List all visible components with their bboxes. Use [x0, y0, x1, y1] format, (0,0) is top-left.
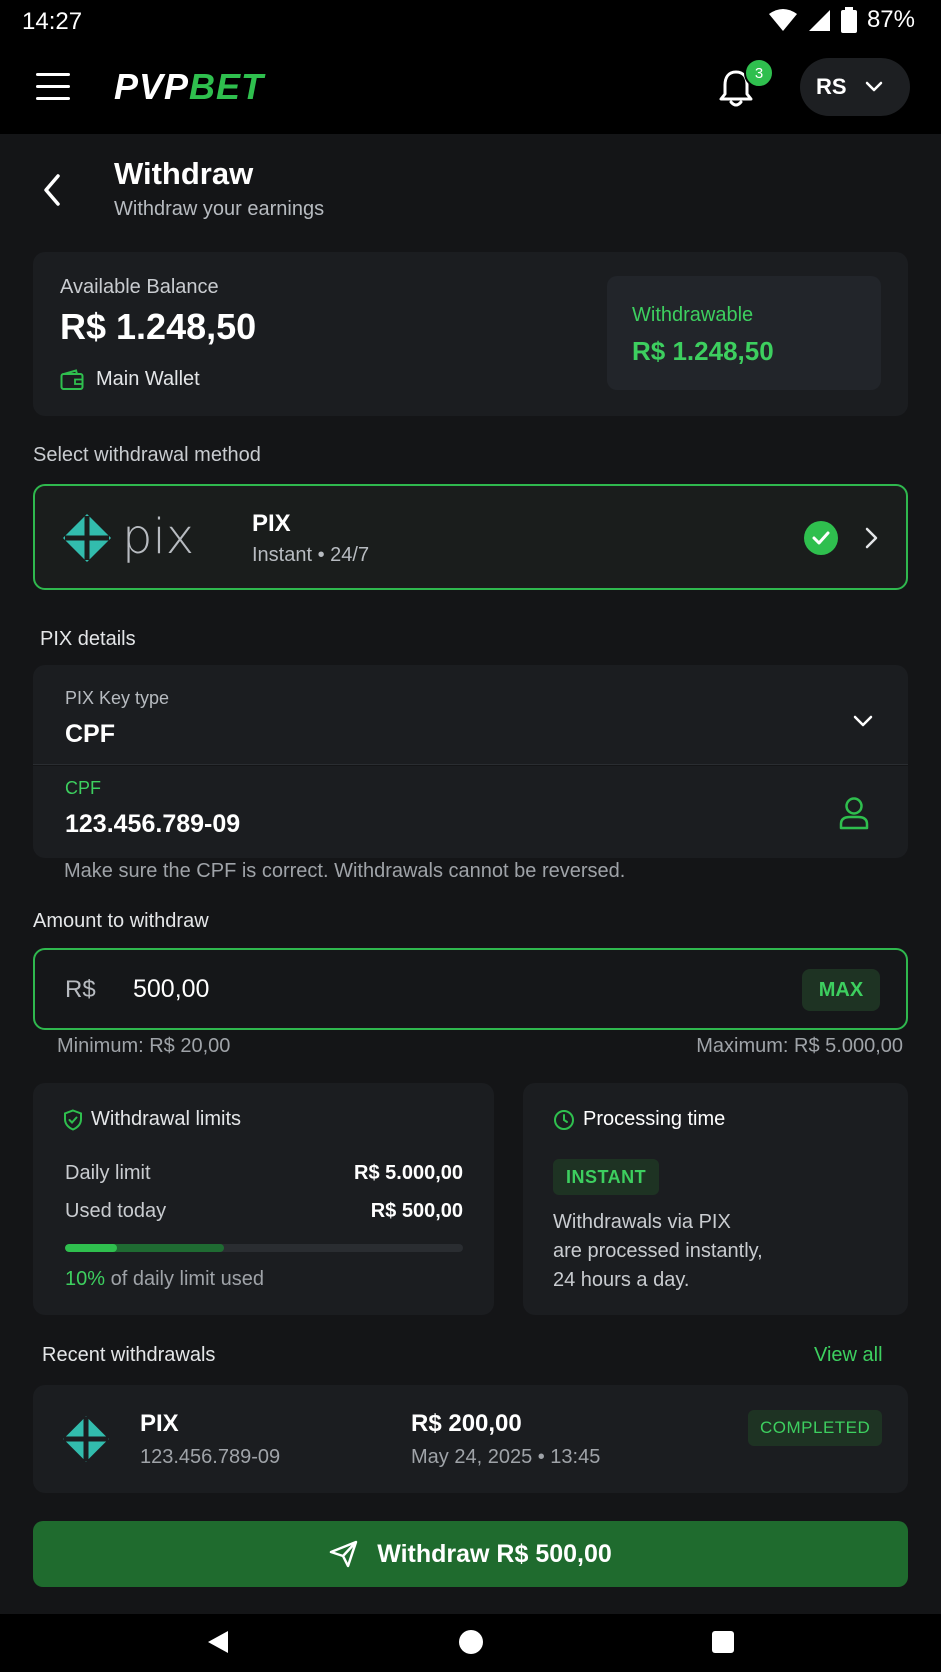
amount-value[interactable]: 500,00 [133, 975, 209, 1004]
wallet-name: Main Wallet [96, 368, 200, 390]
limit-used-percent: 10% [65, 1268, 106, 1290]
used-today-label: Used today [65, 1200, 167, 1222]
limits-header: Withdrawal limits [63, 1108, 241, 1131]
method-name: PIX [252, 510, 291, 537]
pix-key-type-select[interactable] [33, 665, 908, 765]
send-icon [329, 1540, 358, 1568]
cpf-help-text: Make sure the CPF is correct. Withdrawal… [64, 860, 626, 882]
maximum-text: Maximum: R$ 5.000,00 [696, 1035, 903, 1057]
daily-limit-label: Daily limit [65, 1162, 151, 1184]
nav-recents-icon[interactable] [712, 1631, 734, 1653]
minimum-text: Minimum: R$ 20,00 [57, 1035, 231, 1057]
processing-header: Processing time [553, 1108, 725, 1131]
chevron-right-icon [865, 527, 878, 549]
status-time: 14:27 [22, 8, 83, 35]
withdrawable-value: R$ 1.248,50 [632, 336, 774, 366]
withdrawable-label: Withdrawable [632, 304, 754, 326]
wallet-row: Main Wallet [60, 368, 200, 391]
pix-details-label: PIX details [40, 628, 136, 650]
withdrawable-box [607, 276, 881, 390]
recent-withdrawals-title: Recent withdrawals [42, 1344, 216, 1366]
cpf-label: CPF [65, 778, 101, 798]
processing-title: Processing time [583, 1108, 726, 1130]
pix-logo-text: pix [122, 509, 195, 565]
user-menu-button[interactable]: RS [800, 58, 910, 116]
status-icons: 87% [768, 6, 915, 34]
method-section-label: Select withdrawal method [33, 444, 261, 466]
logo-part-bet: BET [189, 66, 265, 107]
limit-used-suffix: of daily limit used [110, 1268, 264, 1290]
processing-text: Withdrawals via PIX are processed instan… [553, 1208, 873, 1295]
pix-key-type-label: PIX Key type [65, 688, 170, 708]
wallet-icon [60, 368, 84, 390]
logo-part-pvp: PVP [114, 66, 190, 107]
status-badge: COMPLETED [748, 1410, 883, 1446]
instant-badge: INSTANT [553, 1159, 660, 1195]
daily-limit-value: R$ 5.000,00 [354, 1162, 463, 1184]
available-balance-value: R$ 1.248,50 [60, 306, 257, 347]
user-initials: RS [816, 74, 847, 99]
withdraw-button[interactable]: Withdraw R$ 500,00 [33, 1521, 908, 1587]
page-title: Withdraw [114, 156, 254, 191]
back-icon[interactable] [38, 172, 66, 208]
page-subtitle: Withdraw your earnings [114, 198, 325, 220]
recent-amount: R$ 200,00 [411, 1410, 522, 1437]
signal-icon [808, 10, 830, 31]
shield-icon [64, 1108, 82, 1131]
nav-back-icon[interactable] [206, 1630, 230, 1654]
notification-badge: 3 [744, 58, 774, 88]
available-balance-label: Available Balance [60, 276, 219, 298]
limit-progress-bar [65, 1244, 463, 1252]
battery-percent: 87% [866, 6, 915, 33]
chevron-down-icon [853, 715, 873, 727]
processing-line-3: 24 hours a day. [553, 1269, 690, 1291]
max-button[interactable]: MAX [802, 969, 880, 1011]
processing-line-1: Withdrawals via PIX [553, 1211, 731, 1233]
method-detail: Instant • 24/7 [252, 544, 370, 566]
used-today-value: R$ 500,00 [370, 1200, 463, 1222]
currency-prefix: R$ [65, 976, 96, 1003]
chevron-down-icon [865, 81, 882, 92]
pix-key-type-value: CPF [65, 720, 115, 748]
clock-icon [554, 1109, 574, 1130]
processing-line-2: are processed instantly, [553, 1240, 763, 1262]
limit-progress-fill [65, 1244, 117, 1252]
limits-title: Withdrawal limits [91, 1108, 242, 1130]
amount-label: Amount to withdraw [33, 910, 209, 932]
recent-method: PIX [140, 1410, 179, 1437]
view-all-link[interactable]: View all [814, 1344, 883, 1367]
brand-logo[interactable]: PVPBET [114, 66, 264, 108]
recent-date: May 24, 2025 • 13:45 [411, 1446, 601, 1468]
recent-key: 123.456.789-09 [140, 1446, 281, 1468]
nav-home-icon[interactable] [459, 1630, 483, 1654]
wifi-icon [768, 9, 797, 31]
pix-logo: pix [60, 509, 210, 565]
cpf-value: 123.456.789-09 [65, 810, 241, 838]
menu-icon[interactable] [36, 73, 70, 101]
user-icon[interactable] [838, 796, 870, 830]
battery-icon [840, 7, 857, 33]
withdraw-button-label: Withdraw R$ 500,00 [377, 1539, 612, 1568]
pix-icon [62, 513, 112, 563]
pix-icon [63, 1416, 109, 1462]
limit-used-text: 10% of daily limit used [65, 1268, 264, 1291]
selected-check-icon [804, 521, 838, 555]
